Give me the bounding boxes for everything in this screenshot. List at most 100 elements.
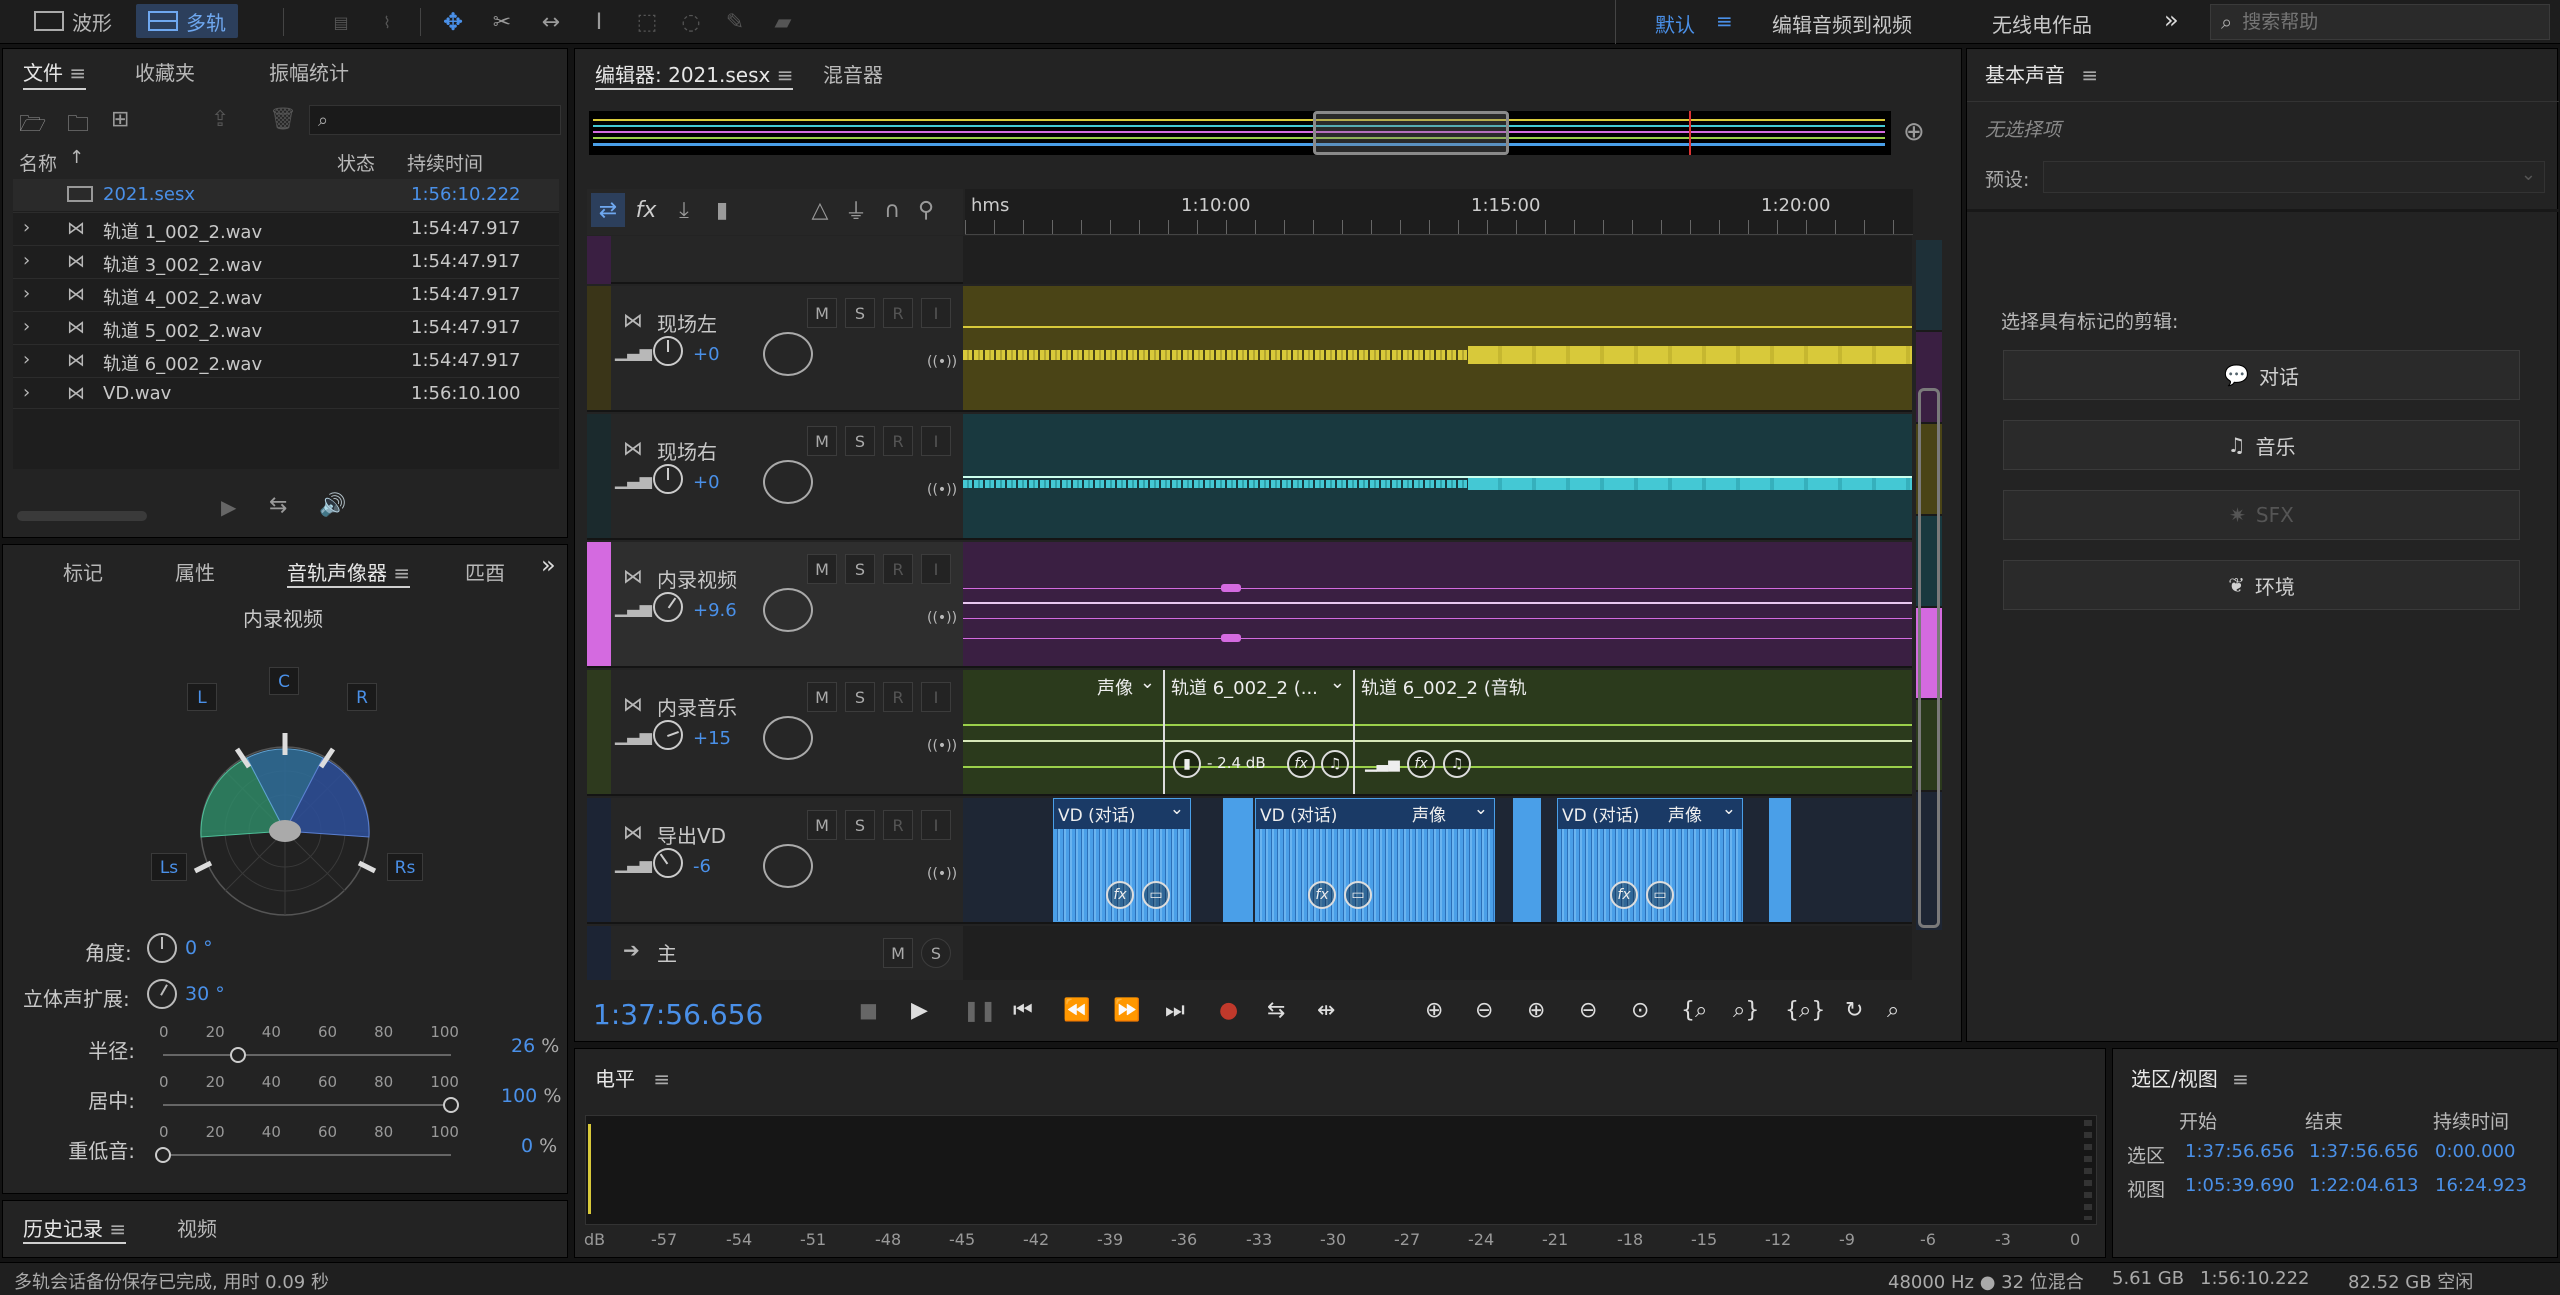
volume-value[interactable]: +0 [693,472,720,493]
skip-selection-icon[interactable]: ⇹ [1317,998,1335,1023]
radius-value[interactable]: 26 % [511,1035,559,1057]
clip-gain-icon[interactable]: ▁▃▅ [1365,754,1400,772]
music-button[interactable]: ♫ 音乐 [2003,420,2520,470]
file-row[interactable]: › ⋈ 轨道 1_002_2.wav 1:54:47.917 [13,212,559,244]
sends-icon[interactable]: ⤓ [667,193,701,227]
music-clip[interactable]: 声像 ⌄ [963,670,1165,794]
horizontal-scrollbar[interactable] [17,511,147,521]
stereo-spread-knob[interactable] [147,979,177,1009]
tab-overflow-icon[interactable]: » [541,551,556,579]
snap-icon[interactable]: ⏚ [841,193,871,227]
solo-button[interactable]: S [845,298,875,328]
volume-knob[interactable] [653,336,683,366]
file-filter-field[interactable]: ⌕ [309,105,561,135]
tab-amplitude-stats[interactable]: 振幅统计 [269,57,349,86]
preset-dropdown[interactable]: ⌄ [2043,161,2545,193]
panel-menu-icon[interactable]: ≡ [393,561,410,585]
lfe-slider-thumb[interactable] [155,1147,171,1163]
master-track-name[interactable]: 主 [657,938,677,967]
track-lane[interactable] [963,926,1912,980]
volume-value[interactable]: -6 [693,856,711,877]
clip-fx-icon[interactable]: fx [1407,750,1435,778]
file-row[interactable]: › ⋈ 轨道 4_002_2.wav 1:54:47.917 [13,278,559,310]
clip-gain-icon[interactable]: ▮ [1173,750,1201,778]
slip-tool-icon[interactable]: ↔ [532,6,570,38]
volume-envelope[interactable] [963,602,1912,604]
solo-button[interactable]: S [845,426,875,456]
angle-knob[interactable] [147,933,177,963]
input-monitor-button[interactable]: I [921,810,951,840]
column-status[interactable]: 状态 [337,149,375,176]
mute-button[interactable]: M [883,938,913,968]
record-arm-button[interactable]: R [883,682,913,712]
scroll-thumb[interactable] [1918,388,1940,928]
marker-pin-icon[interactable]: ⚲ [911,193,941,227]
mute-button[interactable]: M [807,298,837,328]
tab-properties[interactable]: 属性 [175,557,215,586]
radius-slider-thumb[interactable] [229,1047,246,1063]
vd-clip[interactable]: VD (对话) ⌄ fx ▭ [1053,798,1191,922]
vd-clip[interactable] [1223,798,1253,922]
solo-button[interactable]: S [845,682,875,712]
spot-healing-tool-icon[interactable]: ▰ [768,6,798,38]
selection-end[interactable]: 1:37:56.656 [2309,1141,2418,1162]
clip-dialogue-icon[interactable]: ▭ [1344,881,1372,909]
marquee-tool-icon[interactable]: ⬚ [632,6,662,38]
tab-match[interactable]: 匹酉 [465,557,505,586]
zoom-in-amplitude-icon[interactable]: ⊕ [1425,998,1443,1023]
volume-value[interactable]: +9.6 [693,600,737,621]
headphones-icon[interactable]: ∩ [877,193,907,227]
expand-icon[interactable]: › [23,217,30,238]
clip-menu-icon[interactable]: ⌄ [1170,799,1184,819]
zoom-in-time-icon[interactable]: ⊕ [1527,998,1545,1023]
clip-music-icon[interactable]: ♫ [1321,750,1349,778]
clip-menu-icon[interactable]: ⌄ [1474,799,1488,819]
view-duration[interactable]: 16:24.923 [2435,1175,2527,1196]
track-lane[interactable] [963,286,1912,410]
zoom-navigator-icon[interactable]: ⊕ [1903,117,1925,147]
pan-knob[interactable] [763,460,813,504]
view-start[interactable]: 1:05:39.690 [2185,1175,2294,1196]
tab-editor[interactable]: 编辑器: 2021.sesx ≡ [595,59,794,90]
center-slider-track[interactable] [163,1104,451,1106]
effects-rack-icon[interactable]: fx [629,193,663,227]
file-row[interactable]: › ⋈ 轨道 5_002_2.wav 1:54:47.917 [13,311,559,343]
clip-music-icon[interactable]: ♫ [1443,750,1471,778]
workspace-edit-audio-to-video[interactable]: 编辑音频到视频 [1772,9,1912,38]
clip-fx-icon[interactable]: fx [1106,881,1134,909]
lasso-tool-icon[interactable]: ◌ [676,6,706,38]
go-to-start-icon[interactable]: ⏮ [1013,998,1033,1023]
overview-viewport-handle[interactable] [1313,111,1509,155]
rewind-icon[interactable]: ⏪ [1063,998,1090,1023]
play-preview-icon[interactable]: ▶ [221,495,236,519]
expand-icon[interactable]: › [23,283,30,304]
view-end[interactable]: 1:22:04.613 [2309,1175,2418,1196]
solo-button[interactable]: S [921,938,951,968]
waveform-view-button[interactable]: 波形 [24,4,122,38]
center-value[interactable]: 100 % [501,1085,561,1107]
expand-icon[interactable]: › [23,250,30,271]
tab-mixer[interactable]: 混音器 [823,59,883,88]
move-tool-icon[interactable]: ✥ [434,6,472,38]
panel-menu-icon[interactable]: ≡ [69,61,86,85]
tab-files[interactable]: 文件 ≡ [23,57,87,90]
workspace-overflow-icon[interactable]: » [2164,6,2179,34]
spectral-frequency-icon[interactable]: ▤ [326,8,356,36]
zoom-out-time-icon[interactable]: ⊖ [1579,998,1597,1023]
record-arm-button[interactable]: R [883,810,913,840]
expand-icon[interactable]: › [23,316,30,337]
tab-markers[interactable]: 标记 [63,557,103,586]
clip-fx-icon[interactable]: fx [1287,750,1315,778]
tab-history[interactable]: 历史记录 ≡ [23,1213,127,1244]
track-lane[interactable] [963,542,1912,666]
clip-fx-icon[interactable]: fx [1308,881,1336,909]
zoom-out-full-icon[interactable]: ⊙ [1631,998,1649,1023]
track-name[interactable]: 现场左 [657,308,717,337]
column-name[interactable]: 名称 [19,149,57,176]
tab-track-panner[interactable]: 音轨声像器 ≡ [287,557,411,588]
stop-icon[interactable]: ■ [859,998,878,1022]
zoom-reset-icon[interactable]: ↻ [1845,998,1863,1023]
volume-knob[interactable] [653,720,683,750]
help-search-field[interactable]: ⌕ [2210,4,2550,40]
eq-icon[interactable]: ▮ [705,193,739,227]
